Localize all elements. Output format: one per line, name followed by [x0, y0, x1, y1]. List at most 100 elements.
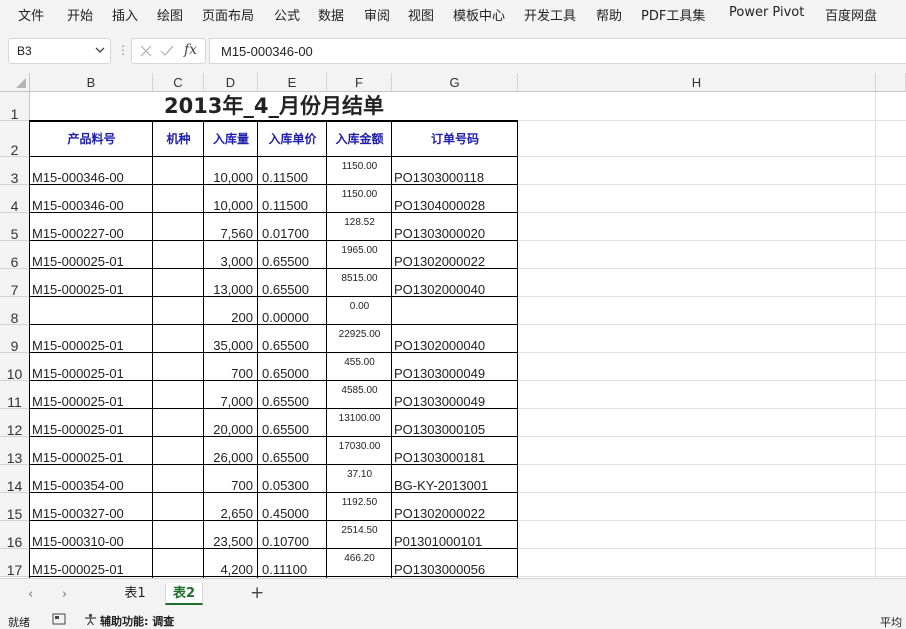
quantity-cell[interactable]: 700	[204, 465, 258, 493]
row-header[interactable]: 4	[0, 185, 30, 214]
order-number-cell[interactable]: PO1302000040	[392, 269, 518, 297]
row-header[interactable]: 2	[0, 121, 30, 158]
quantity-cell[interactable]: 7,560	[204, 213, 258, 241]
unit-price-cell[interactable]: 0.00000	[258, 297, 327, 325]
column-header-col-c[interactable]: C	[153, 73, 204, 92]
order-number-cell[interactable]: PO1302000040	[392, 325, 518, 353]
unit-price-cell[interactable]: 0.11500	[258, 157, 327, 185]
menu-item[interactable]: 审阅	[364, 5, 390, 24]
table-header-cell[interactable]: 入库金额	[327, 121, 392, 157]
unit-price-cell[interactable]: 0.05300	[258, 465, 327, 493]
column-header-col-b[interactable]: B	[30, 73, 153, 92]
order-number-cell[interactable]: BG-KY-2013001	[392, 465, 518, 493]
row-header[interactable]: 13	[0, 437, 30, 466]
part-number-cell[interactable]: M15-000327-00	[30, 493, 153, 521]
menu-item[interactable]: 帮助	[596, 5, 622, 24]
unit-price-cell[interactable]: 0.11500	[258, 185, 327, 213]
unit-price-cell[interactable]: 0.45000	[258, 493, 327, 521]
order-number-cell[interactable]: PO1303000049	[392, 353, 518, 381]
model-cell[interactable]	[153, 381, 204, 409]
amount-cell[interactable]: 8515.00	[327, 269, 392, 297]
order-number-cell[interactable]: PO1303000181	[392, 437, 518, 465]
amount-cell[interactable]: 22925.00	[327, 325, 392, 353]
row-header[interactable]: 10	[0, 353, 30, 382]
menu-item[interactable]: 视图	[408, 5, 434, 24]
order-number-cell[interactable]: PO1303000105	[392, 409, 518, 437]
row-header[interactable]: 14	[0, 465, 30, 494]
menu-item[interactable]: PDF工具集	[641, 5, 705, 24]
amount-cell[interactable]: 17030.00	[327, 437, 392, 465]
menu-item[interactable]: 插入	[112, 5, 138, 24]
add-sheet-button[interactable]: +	[250, 583, 264, 603]
row-header[interactable]: 8	[0, 297, 30, 326]
order-number-cell[interactable]	[392, 297, 518, 325]
menu-item[interactable]: 模板中心	[453, 5, 505, 24]
column-header-col-f[interactable]: F	[327, 73, 392, 92]
unit-price-cell[interactable]: 0.65500	[258, 437, 327, 465]
quantity-cell[interactable]: 200	[204, 297, 258, 325]
formula-input[interactable]: M15-000346-00	[209, 38, 906, 64]
amount-cell[interactable]: 455.00	[327, 353, 392, 381]
quantity-cell[interactable]: 7,000	[204, 381, 258, 409]
unit-price-cell[interactable]: 0.01700	[258, 213, 327, 241]
row-header[interactable]: 1	[0, 92, 30, 122]
quantity-cell[interactable]: 3,000	[204, 241, 258, 269]
order-number-cell[interactable]: P01301000101	[392, 521, 518, 549]
tab-prev-button[interactable]: ‹	[28, 587, 33, 602]
order-number-cell[interactable]: PO1304000028	[392, 185, 518, 213]
part-number-cell[interactable]: M15-000025-01	[30, 269, 153, 297]
menu-item[interactable]: 开发工具	[524, 5, 576, 24]
table-header-cell[interactable]: 入库单价	[258, 121, 327, 157]
part-number-cell[interactable]: M15-000354-00	[30, 465, 153, 493]
part-number-cell[interactable]: M15-000346-00	[30, 157, 153, 185]
column-header-col-e[interactable]: E	[258, 73, 327, 92]
model-cell[interactable]	[153, 157, 204, 185]
unit-price-cell[interactable]: 0.65500	[258, 325, 327, 353]
tab-next-button[interactable]: ›	[62, 587, 67, 602]
column-header-col-d[interactable]: D	[204, 73, 258, 92]
model-cell[interactable]	[153, 297, 204, 325]
amount-cell[interactable]: 1150.00	[327, 157, 392, 185]
row-header[interactable]: 3	[0, 157, 30, 186]
model-cell[interactable]	[153, 549, 204, 577]
quantity-cell[interactable]: 700	[204, 353, 258, 381]
order-number-cell[interactable]: PO1302000022	[392, 241, 518, 269]
accessibility-status[interactable]: 辅助功能: 调查	[100, 613, 174, 629]
quantity-cell[interactable]: 23,500	[204, 521, 258, 549]
quantity-cell[interactable]: 2,650	[204, 493, 258, 521]
row-header[interactable]: 17	[0, 549, 30, 578]
quantity-cell[interactable]: 10,000	[204, 157, 258, 185]
model-cell[interactable]	[153, 269, 204, 297]
amount-cell[interactable]: 128.52	[327, 213, 392, 241]
amount-cell[interactable]: 0.00	[327, 297, 392, 325]
row-header[interactable]: 9	[0, 325, 30, 354]
insert-function-icon[interactable]: fx	[184, 42, 197, 58]
unit-price-cell[interactable]: 0.11100	[258, 549, 327, 577]
model-cell[interactable]	[153, 493, 204, 521]
part-number-cell[interactable]: M15-000310-00	[30, 521, 153, 549]
model-cell[interactable]	[153, 465, 204, 493]
part-number-cell[interactable]: M15-000025-01	[30, 325, 153, 353]
unit-price-cell[interactable]: 0.65500	[258, 409, 327, 437]
select-all-corner[interactable]	[0, 73, 30, 92]
more-options-icon[interactable]: ⋮	[117, 43, 129, 57]
column-header-col-g[interactable]: G	[392, 73, 518, 92]
amount-cell[interactable]: 13100.00	[327, 409, 392, 437]
order-number-cell[interactable]: PO1302000022	[392, 493, 518, 521]
part-number-cell[interactable]: M15-000025-01	[30, 381, 153, 409]
table-header-cell[interactable]: 产品料号	[30, 121, 153, 157]
table-header-cell[interactable]: 入库量	[204, 121, 258, 157]
row-header[interactable]: 16	[0, 521, 30, 550]
part-number-cell[interactable]: M15-000025-01	[30, 549, 153, 577]
unit-price-cell[interactable]: 0.10700	[258, 521, 327, 549]
row-header[interactable]: 6	[0, 241, 30, 270]
amount-cell[interactable]: 4585.00	[327, 381, 392, 409]
tab-sheet1[interactable]: 表1	[112, 583, 158, 605]
part-number-cell[interactable]: M15-000025-01	[30, 241, 153, 269]
part-number-cell[interactable]: M15-000025-01	[30, 353, 153, 381]
unit-price-cell[interactable]: 0.65500	[258, 269, 327, 297]
part-number-cell[interactable]	[30, 297, 153, 325]
part-number-cell[interactable]: M15-000346-00	[30, 185, 153, 213]
amount-cell[interactable]: 1965.00	[327, 241, 392, 269]
check-icon[interactable]	[160, 45, 174, 57]
